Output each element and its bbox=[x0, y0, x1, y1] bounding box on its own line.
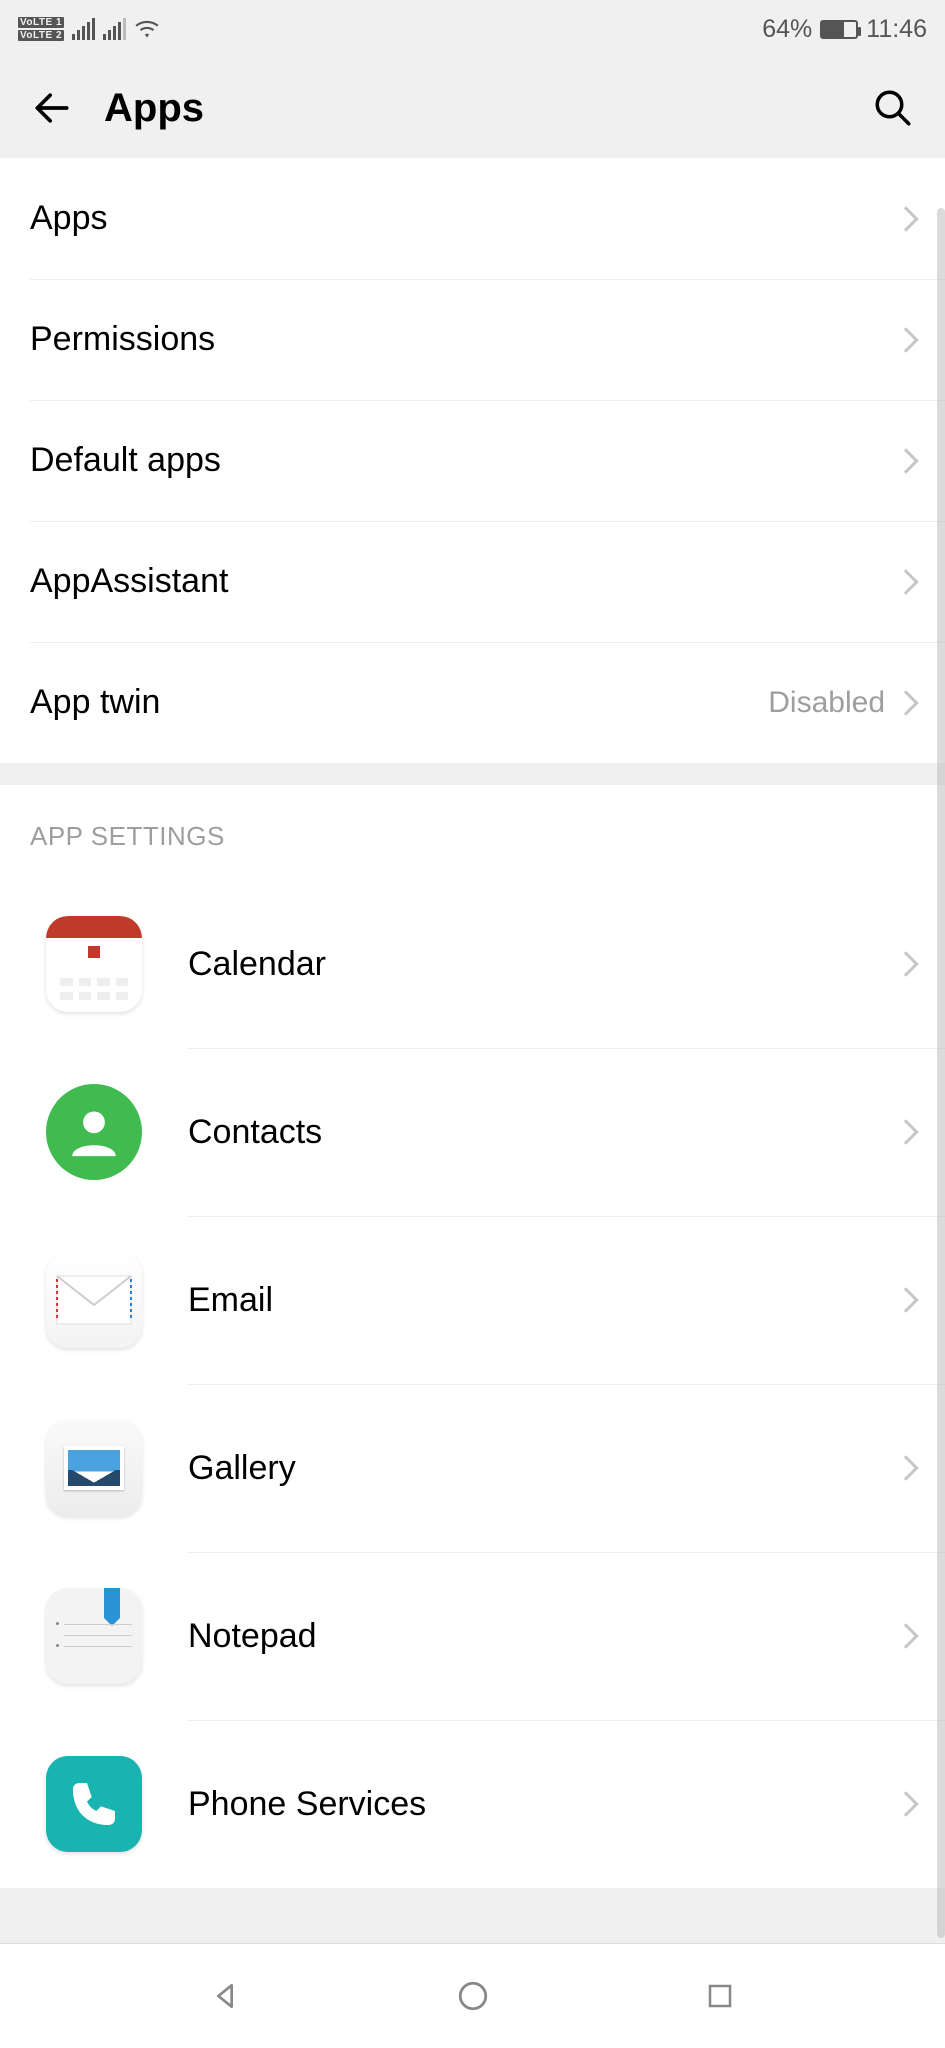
nav-recent-button[interactable] bbox=[698, 1974, 742, 2018]
row-apps[interactable]: Apps bbox=[0, 158, 945, 279]
navigation-bar bbox=[0, 1943, 945, 2048]
chevron-right-icon bbox=[893, 1287, 918, 1312]
section-title-app-settings: APP SETTINGS bbox=[0, 785, 945, 880]
row-label: Gallery bbox=[188, 1449, 897, 1488]
email-icon bbox=[46, 1252, 142, 1348]
row-label: Email bbox=[188, 1281, 897, 1320]
signal-2-icon bbox=[103, 18, 126, 40]
row-phone-services[interactable]: Phone Services bbox=[0, 1720, 945, 1888]
chevron-right-icon bbox=[893, 1455, 918, 1480]
phone-icon bbox=[46, 1756, 142, 1852]
row-label: Apps bbox=[30, 199, 897, 238]
row-app-assistant[interactable]: AppAssistant bbox=[0, 521, 945, 642]
row-status: Disabled bbox=[768, 686, 885, 720]
wifi-icon bbox=[134, 18, 160, 40]
row-email[interactable]: Email bbox=[0, 1216, 945, 1384]
search-button[interactable] bbox=[869, 84, 917, 132]
chevron-right-icon bbox=[893, 1119, 918, 1144]
battery-percent: 64% bbox=[762, 15, 812, 44]
row-label: App twin bbox=[30, 683, 768, 722]
row-label: Permissions bbox=[30, 320, 897, 359]
row-calendar[interactable]: Calendar bbox=[0, 880, 945, 1048]
scroll-indicator[interactable] bbox=[937, 208, 945, 1938]
row-label: Phone Services bbox=[188, 1785, 897, 1824]
header: Apps bbox=[0, 58, 945, 158]
chevron-right-icon bbox=[893, 569, 918, 594]
status-bar: VoLTE 1 VoLTE 2 64% 11:46 bbox=[0, 0, 945, 58]
chevron-right-icon bbox=[893, 690, 918, 715]
row-label: Default apps bbox=[30, 441, 897, 480]
clock: 11:46 bbox=[866, 15, 927, 44]
calendar-icon bbox=[46, 916, 142, 1012]
row-default-apps[interactable]: Default apps bbox=[0, 400, 945, 521]
chevron-right-icon bbox=[893, 1623, 918, 1648]
row-permissions[interactable]: Permissions bbox=[0, 279, 945, 400]
contacts-icon bbox=[46, 1084, 142, 1180]
nav-back-button[interactable] bbox=[203, 1974, 247, 2018]
volte-icons: VoLTE 1 VoLTE 2 bbox=[18, 17, 64, 41]
notepad-icon bbox=[46, 1588, 142, 1684]
row-app-twin[interactable]: App twin Disabled bbox=[0, 642, 945, 763]
page-title: Apps bbox=[104, 86, 869, 131]
row-notepad[interactable]: Notepad bbox=[0, 1552, 945, 1720]
chevron-right-icon bbox=[893, 206, 918, 231]
chevron-right-icon bbox=[893, 951, 918, 976]
back-button[interactable] bbox=[28, 84, 76, 132]
nav-home-button[interactable] bbox=[451, 1974, 495, 2018]
row-label: Notepad bbox=[188, 1617, 897, 1656]
chevron-right-icon bbox=[893, 327, 918, 352]
row-label: Calendar bbox=[188, 945, 897, 984]
signal-1-icon bbox=[72, 18, 95, 40]
row-label: Contacts bbox=[188, 1113, 897, 1152]
gallery-icon bbox=[46, 1420, 142, 1516]
chevron-right-icon bbox=[893, 1791, 918, 1816]
row-label: AppAssistant bbox=[30, 562, 897, 601]
row-contacts[interactable]: Contacts bbox=[0, 1048, 945, 1216]
chevron-right-icon bbox=[893, 448, 918, 473]
battery-icon bbox=[820, 20, 858, 39]
row-gallery[interactable]: Gallery bbox=[0, 1384, 945, 1552]
